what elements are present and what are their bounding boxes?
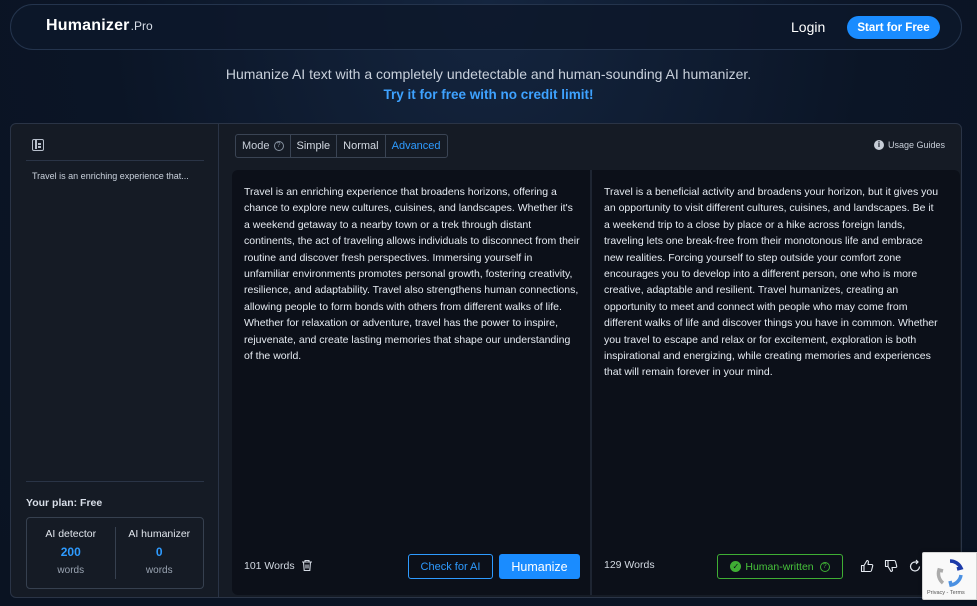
humanizer-app: Travel is an enriching experience that..… (10, 123, 962, 598)
thumbs-up-icon[interactable] (860, 559, 874, 573)
sidebar-divider (26, 160, 204, 161)
output-panel: Travel is a beneficial activity and broa… (592, 170, 960, 595)
top-nav: Humanizer .Pro Login Start for Free (10, 4, 962, 50)
sidebar-divider (26, 481, 204, 482)
login-link[interactable]: Login (791, 19, 825, 35)
logo-main: Humanizer (46, 17, 130, 34)
mode-selector: Mode ? Simple Normal Advanced (235, 134, 448, 158)
plan-value: 200 (60, 545, 81, 559)
usage-guides-label: Usage Guides (888, 140, 946, 150)
trash-icon[interactable] (301, 559, 313, 572)
human-written-badge[interactable]: ✓ Human-written ? (717, 554, 843, 579)
sidebar-toggle-icon[interactable] (32, 139, 44, 151)
plan-title: AI humanizer (128, 528, 191, 540)
input-textarea[interactable]: Travel is an enriching experience that b… (244, 184, 580, 364)
plan-unit: words (57, 565, 85, 576)
input-word-count: 101 Words (244, 559, 313, 572)
help-icon[interactable]: ? (819, 561, 830, 572)
output-word-count: 129 Words (604, 559, 655, 571)
recaptcha-logo-icon (936, 559, 964, 587)
mode-label: Mode ? (236, 135, 290, 157)
refresh-icon[interactable] (908, 559, 922, 573)
mode-option-advanced[interactable]: Advanced (384, 135, 447, 157)
check-circle-icon: ✓ (730, 561, 742, 572)
output-text: Travel is a beneficial activity and broa… (604, 186, 939, 379)
plan-title: AI detector (45, 528, 97, 540)
plan-value: 0 (155, 545, 163, 559)
check-for-ai-button[interactable]: Check for AI (408, 554, 493, 579)
plan-ai-detector: AI detector 200 words (27, 518, 115, 588)
logo[interactable]: Humanizer .Pro (46, 17, 153, 35)
thumbs-down-icon[interactable] (884, 559, 898, 573)
mode-label-text: Mode (242, 140, 270, 152)
help-icon[interactable]: ? (273, 141, 284, 151)
history-item[interactable]: Travel is an enriching experience that..… (32, 171, 189, 181)
plan-label: Your plan: Free (26, 497, 103, 509)
info-icon: i (874, 140, 884, 150)
recaptcha-links[interactable]: Privacy - Terms (927, 590, 965, 596)
mode-option-normal[interactable]: Normal (336, 135, 384, 157)
plan-unit: words (145, 565, 173, 576)
mode-option-simple[interactable]: Simple (289, 135, 337, 157)
usage-guides-link[interactable]: i Usage Guides (874, 140, 945, 150)
input-panel: Travel is an enriching experience that b… (232, 170, 590, 595)
hero-try-free: Try it for free with no credit limit! (383, 87, 594, 102)
humanize-button[interactable]: Humanize (499, 554, 580, 579)
hero-tagline: Humanize AI text with a completely undet… (225, 66, 752, 82)
plan-ai-humanizer: AI humanizer 0 words (114, 527, 204, 579)
sidebar: Travel is an enriching experience that..… (11, 124, 219, 597)
recaptcha-badge[interactable]: Privacy - Terms (922, 552, 977, 600)
start-for-free-button[interactable]: Start for Free (847, 16, 940, 39)
logo-sub: .Pro (130, 19, 153, 33)
plan-usage-box: AI detector 200 words AI humanizer 0 wor… (26, 517, 204, 589)
input-word-count-label: 101 Words (244, 559, 295, 572)
human-written-label: Human-written (745, 560, 814, 573)
